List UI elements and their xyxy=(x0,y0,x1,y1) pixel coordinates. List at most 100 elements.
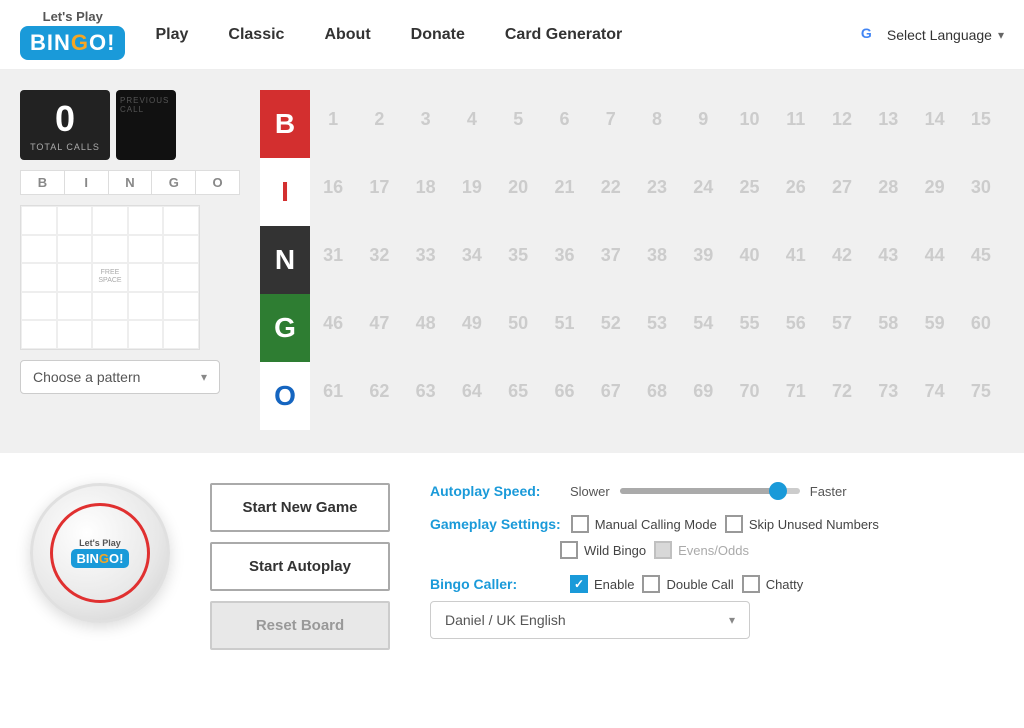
number-cell[interactable]: 18 xyxy=(403,158,449,216)
number-cell[interactable]: 1 xyxy=(310,90,356,148)
number-cell[interactable]: 35 xyxy=(495,226,541,284)
number-cell[interactable]: 47 xyxy=(356,294,402,352)
number-cell[interactable]: 21 xyxy=(541,158,587,216)
number-cell[interactable]: 33 xyxy=(403,226,449,284)
number-cell[interactable]: 64 xyxy=(449,362,495,420)
nav-classic[interactable]: Classic xyxy=(228,26,284,44)
number-cell[interactable]: 5 xyxy=(495,90,541,148)
number-cell[interactable]: 46 xyxy=(310,294,356,352)
number-cell[interactable]: 13 xyxy=(865,90,911,148)
reset-board-button[interactable]: Reset Board xyxy=(210,601,390,650)
number-cell[interactable]: 9 xyxy=(680,90,726,148)
gameplay-checkboxes-2: Wild Bingo Evens/Odds xyxy=(560,541,749,559)
number-cell[interactable]: 37 xyxy=(588,226,634,284)
number-cell[interactable]: 19 xyxy=(449,158,495,216)
number-cell[interactable]: 74 xyxy=(911,362,957,420)
number-cell[interactable]: 73 xyxy=(865,362,911,420)
number-cell[interactable]: 16 xyxy=(310,158,356,216)
number-cell[interactable]: 63 xyxy=(403,362,449,420)
number-cell[interactable]: 70 xyxy=(726,362,772,420)
number-cell[interactable]: 22 xyxy=(588,158,634,216)
number-cell[interactable]: 34 xyxy=(449,226,495,284)
evens-odds-checkbox[interactable] xyxy=(654,541,672,559)
pattern-dropdown[interactable]: Choose a pattern ▾ xyxy=(20,360,220,394)
number-cell[interactable]: 2 xyxy=(356,90,402,148)
number-cell[interactable]: 30 xyxy=(958,158,1004,216)
number-cell[interactable]: 31 xyxy=(310,226,356,284)
number-cell[interactable]: 4 xyxy=(449,90,495,148)
number-cell[interactable]: 28 xyxy=(865,158,911,216)
speed-slider-track[interactable] xyxy=(620,488,800,494)
bingo-card-cell xyxy=(57,292,93,321)
number-cell[interactable]: 75 xyxy=(958,362,1004,420)
number-cell[interactable]: 62 xyxy=(356,362,402,420)
nav-about[interactable]: About xyxy=(324,26,370,44)
number-cell[interactable]: 69 xyxy=(680,362,726,420)
number-cell[interactable]: 43 xyxy=(865,226,911,284)
enable-checkbox[interactable] xyxy=(570,575,588,593)
number-cell[interactable]: 3 xyxy=(403,90,449,148)
number-cell[interactable]: 48 xyxy=(403,294,449,352)
double-call-checkbox[interactable] xyxy=(642,575,660,593)
speed-slider-thumb[interactable] xyxy=(769,482,787,500)
number-cell[interactable]: 11 xyxy=(773,90,819,148)
number-cell[interactable]: 45 xyxy=(958,226,1004,284)
number-cell[interactable]: 54 xyxy=(680,294,726,352)
number-cell[interactable]: 14 xyxy=(911,90,957,148)
number-cell[interactable]: 41 xyxy=(773,226,819,284)
number-cell[interactable]: 61 xyxy=(310,362,356,420)
number-cell[interactable]: 25 xyxy=(726,158,772,216)
number-cell[interactable]: 40 xyxy=(726,226,772,284)
number-cell[interactable]: 36 xyxy=(541,226,587,284)
number-cell[interactable]: 67 xyxy=(588,362,634,420)
number-cell[interactable]: 38 xyxy=(634,226,680,284)
number-cell[interactable]: 20 xyxy=(495,158,541,216)
number-cell[interactable]: 17 xyxy=(356,158,402,216)
number-cell[interactable]: 66 xyxy=(541,362,587,420)
autoplay-speed-label: Autoplay Speed: xyxy=(430,483,560,499)
manual-calling-checkbox[interactable] xyxy=(571,515,589,533)
number-cell[interactable]: 68 xyxy=(634,362,680,420)
number-cell[interactable]: 42 xyxy=(819,226,865,284)
number-cell[interactable]: 57 xyxy=(819,294,865,352)
number-cell[interactable]: 39 xyxy=(680,226,726,284)
number-cell[interactable]: 52 xyxy=(588,294,634,352)
number-cell[interactable]: 55 xyxy=(726,294,772,352)
number-cell[interactable]: 27 xyxy=(819,158,865,216)
start-new-game-button[interactable]: Start New Game xyxy=(210,483,390,532)
number-cell[interactable]: 65 xyxy=(495,362,541,420)
manual-calling-label: Manual Calling Mode xyxy=(595,517,717,532)
number-cell[interactable]: 32 xyxy=(356,226,402,284)
number-cell[interactable]: 53 xyxy=(634,294,680,352)
number-cell[interactable]: 72 xyxy=(819,362,865,420)
wild-bingo-checkbox[interactable] xyxy=(560,541,578,559)
nav-card-generator[interactable]: Card Generator xyxy=(505,26,622,44)
number-cell[interactable]: 8 xyxy=(634,90,680,148)
number-cell[interactable]: 56 xyxy=(773,294,819,352)
nav-donate[interactable]: Donate xyxy=(411,26,465,44)
chatty-checkbox[interactable] xyxy=(742,575,760,593)
skip-unused-checkbox[interactable] xyxy=(725,515,743,533)
number-cell[interactable]: 50 xyxy=(495,294,541,352)
caller-voice-dropdown[interactable]: Daniel / UK English ▾ xyxy=(430,601,750,639)
number-cell[interactable]: 60 xyxy=(958,294,1004,352)
start-autoplay-button[interactable]: Start Autoplay xyxy=(210,542,390,591)
number-cell[interactable]: 58 xyxy=(865,294,911,352)
number-cell[interactable]: 59 xyxy=(911,294,957,352)
number-cell[interactable]: 10 xyxy=(726,90,772,148)
number-cell[interactable]: 26 xyxy=(773,158,819,216)
number-cell[interactable]: 29 xyxy=(911,158,957,216)
language-selector[interactable]: G Select Language ▾ xyxy=(861,25,1004,45)
nav-play[interactable]: Play xyxy=(155,26,188,44)
number-cell[interactable]: 23 xyxy=(634,158,680,216)
number-cell[interactable]: 49 xyxy=(449,294,495,352)
number-cell[interactable]: 24 xyxy=(680,158,726,216)
number-cell[interactable]: 71 xyxy=(773,362,819,420)
number-cell[interactable]: 7 xyxy=(588,90,634,148)
logo[interactable]: Let's Play BINGO! xyxy=(20,9,125,61)
number-cell[interactable]: 15 xyxy=(958,90,1004,148)
number-cell[interactable]: 51 xyxy=(541,294,587,352)
number-cell[interactable]: 44 xyxy=(911,226,957,284)
number-cell[interactable]: 12 xyxy=(819,90,865,148)
number-cell[interactable]: 6 xyxy=(541,90,587,148)
